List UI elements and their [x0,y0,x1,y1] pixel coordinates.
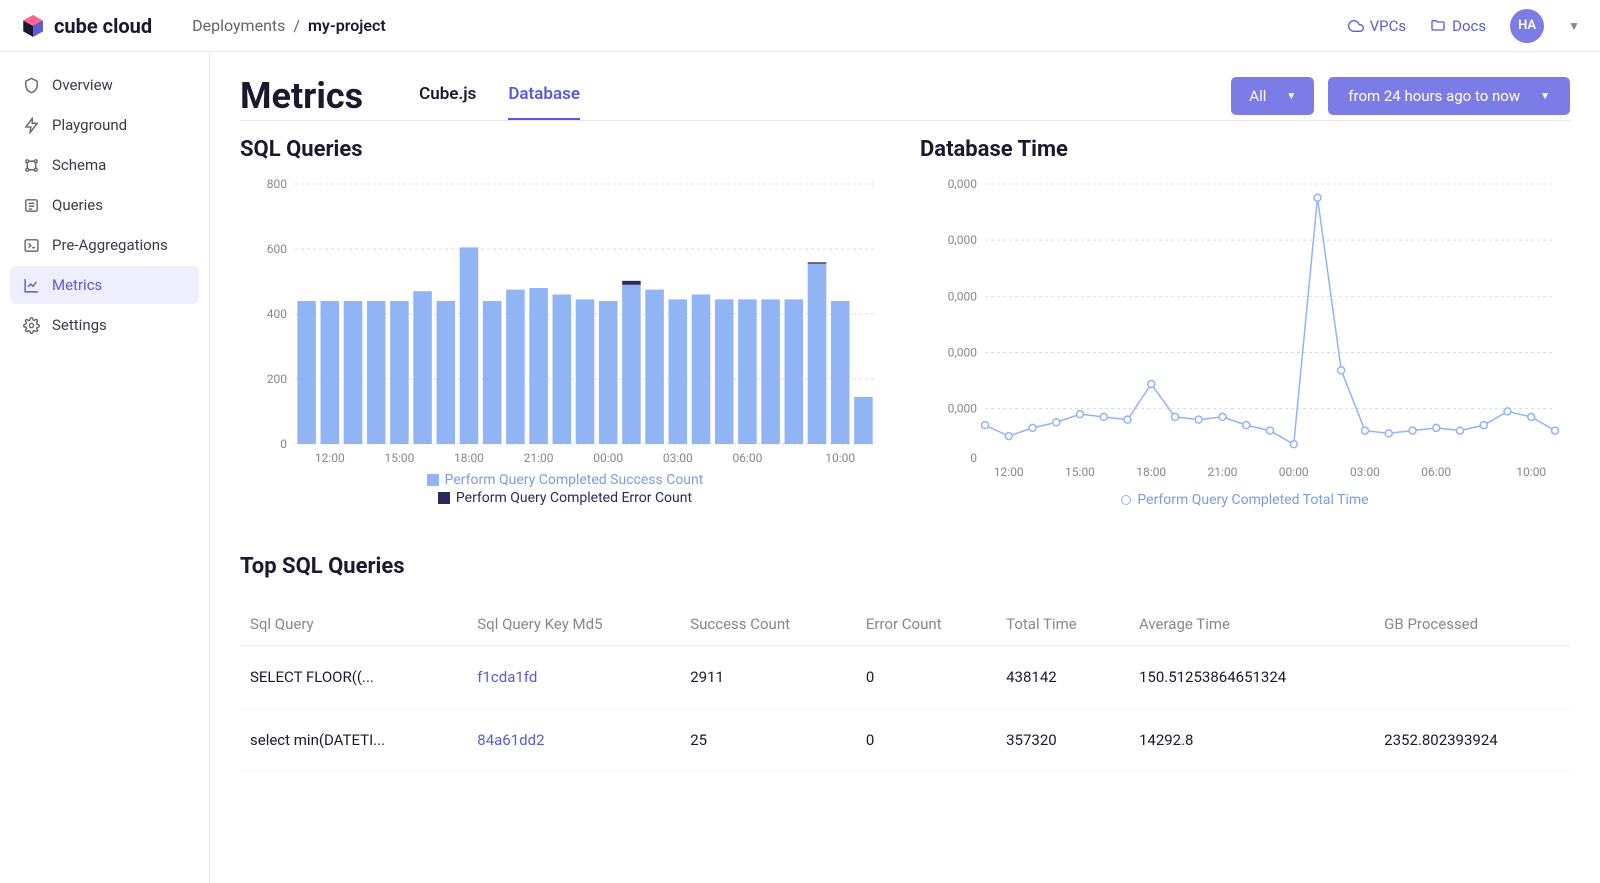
cube-icon [20,13,46,39]
svg-text:18:00: 18:00 [1136,465,1166,479]
svg-text:600: 600 [267,242,287,256]
chevron-down-icon[interactable]: ▼ [1568,19,1580,33]
db-time-chart: 0,000 0,000 0,000 0,000 0,000 0 12:00 15:00 18:0… [920,174,1570,514]
db-time-title: Database Time [920,137,1570,162]
breadcrumb: Deployments / my-project [192,16,386,35]
shield-icon [22,76,40,94]
filter-range-select[interactable]: from 24 hours ago to now ▼ [1328,77,1570,115]
table-row[interactable]: select min(DATETI...84a61dd2250357320142… [240,709,1570,772]
table-row[interactable]: SELECT FLOOR((...f1cda1fd29110438142150.… [240,646,1570,709]
sidebar-item-playground[interactable]: Playground [10,106,199,144]
svg-text:0,000: 0,000 [948,177,978,191]
sidebar-item-schema[interactable]: Schema [10,146,199,184]
sidebar-item-overview[interactable]: Overview [10,66,199,104]
table-header: Error Count [856,603,996,646]
svg-text:21:00: 21:00 [524,451,554,465]
svg-text:12:00: 12:00 [994,465,1024,479]
svg-text:15:00: 15:00 [1065,465,1095,479]
tab-cubejs[interactable]: Cube.js [419,72,476,120]
md5-link[interactable]: f1cda1fd [467,646,680,709]
brand-name: cube cloud [54,14,152,38]
svg-text:0,000: 0,000 [948,289,978,303]
table-header: Sql Query [240,603,467,646]
list-icon [22,196,40,214]
chart-icon [22,276,40,294]
vpcs-link[interactable]: VPCs [1348,17,1407,35]
table-header: Total Time [996,603,1129,646]
sql-queries-chart: 0 200 400 600 800 12:00 15:00 18:00 21:00 00:00 03… [240,174,890,514]
svg-text:18:00: 18:00 [454,451,484,465]
svg-text:0: 0 [970,451,977,465]
sidebar: Overview Playground Schema Queries Pre-A… [0,52,210,883]
cloud-icon [1348,18,1364,34]
svg-text:12:00: 12:00 [315,451,345,465]
svg-text:15:00: 15:00 [384,451,414,465]
gear-icon [22,316,40,334]
svg-text:400: 400 [267,307,287,321]
svg-text:00:00: 00:00 [1279,465,1309,479]
svg-text:0: 0 [280,437,287,451]
chevron-down-icon: ▼ [1540,91,1550,102]
svg-text:03:00: 03:00 [663,451,693,465]
breadcrumb-root[interactable]: Deployments [192,16,285,35]
sidebar-item-preagg[interactable]: Pre-Aggregations [10,226,199,264]
svg-text:03:00: 03:00 [1350,465,1380,479]
table-header: Success Count [680,603,856,646]
logo[interactable]: cube cloud [20,13,152,39]
terminal-icon [22,236,40,254]
table-header: GB Processed [1374,603,1570,646]
tab-database[interactable]: Database [508,72,580,120]
svg-text:06:00: 06:00 [1421,465,1451,479]
table-header: Average Time [1129,603,1374,646]
svg-text:200: 200 [267,372,287,386]
schema-icon [22,156,40,174]
svg-text:10:00: 10:00 [825,451,855,465]
breadcrumb-current[interactable]: my-project [308,16,386,35]
svg-text:10:00: 10:00 [1516,465,1546,479]
sql-queries-title: SQL Queries [240,137,890,162]
sidebar-item-settings[interactable]: Settings [10,306,199,344]
sidebar-item-metrics[interactable]: Metrics [10,266,199,304]
sidebar-item-queries[interactable]: Queries [10,186,199,224]
filter-all-select[interactable]: All ▼ [1231,77,1314,115]
svg-text:00:00: 00:00 [593,451,623,465]
top-queries-table: Sql QuerySql Query Key Md5Success CountE… [240,603,1570,772]
svg-text:06:00: 06:00 [732,451,762,465]
svg-text:0,000: 0,000 [948,402,978,416]
svg-text:21:00: 21:00 [1208,465,1238,479]
chevron-down-icon: ▼ [1286,91,1296,102]
svg-text:800: 800 [267,177,287,191]
md5-link[interactable]: 84a61dd2 [467,709,680,772]
avatar[interactable]: HA [1510,9,1544,43]
docs-link[interactable]: Docs [1430,17,1486,35]
folder-icon [1430,18,1446,34]
top-sql-title: Top SQL Queries [240,554,1570,579]
bolt-icon [22,116,40,134]
svg-text:0,000: 0,000 [948,346,978,360]
table-header: Sql Query Key Md5 [467,603,680,646]
page-title: Metrics [240,75,363,117]
breadcrumb-sep: / [293,16,300,35]
svg-text:0,000: 0,000 [948,233,978,247]
